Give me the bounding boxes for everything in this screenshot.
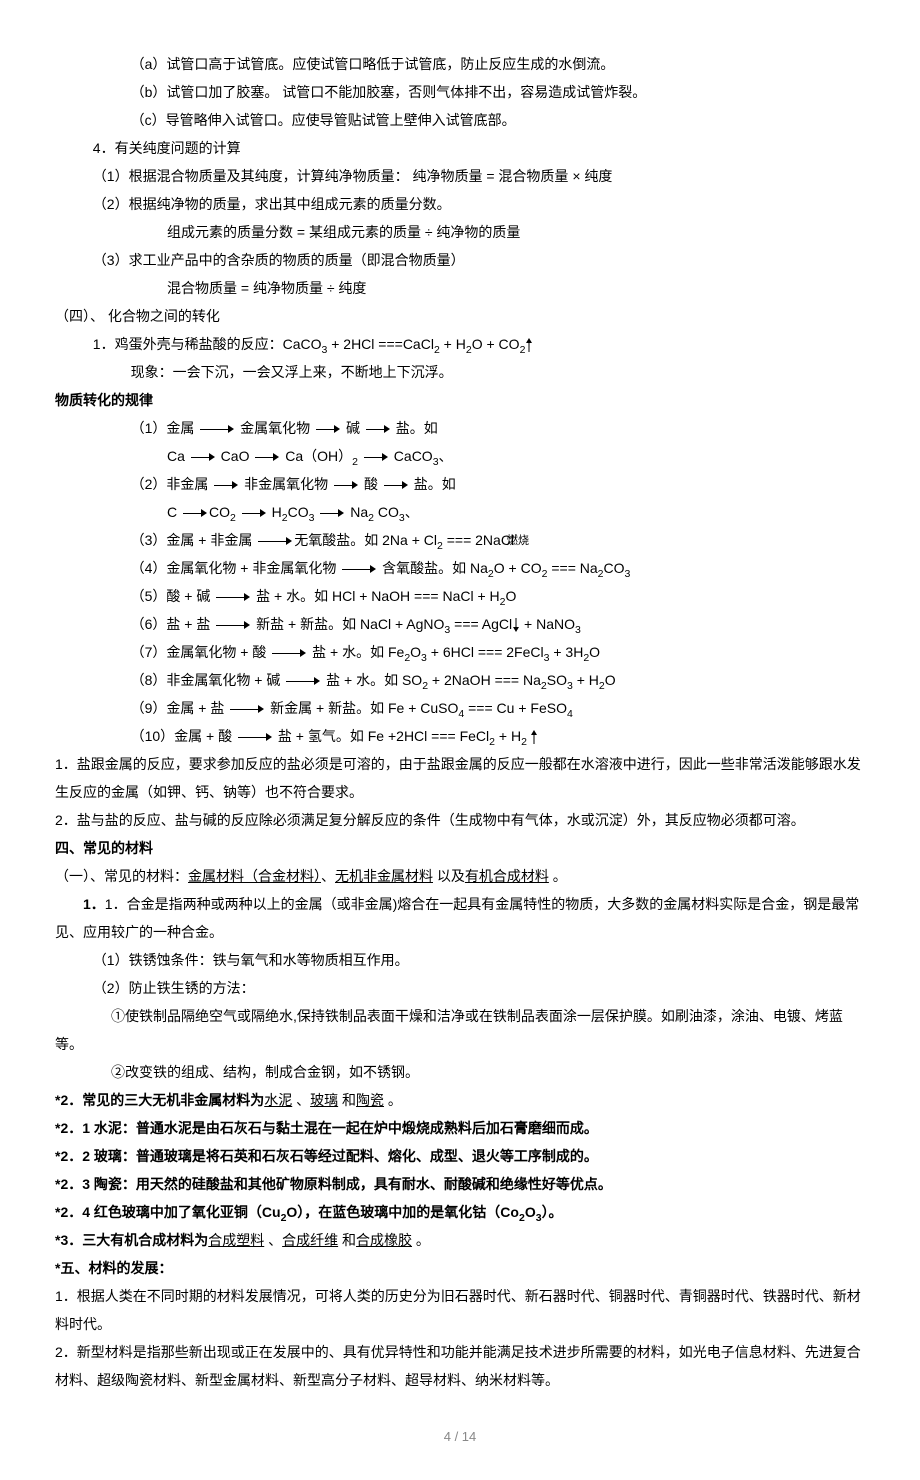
arrow-right-icon: [272, 648, 306, 658]
equation-line: Ca CaO Ca（OH）2 CaCO3、: [55, 442, 865, 470]
transformation-rule: （2）非金属 非金属氧化物 酸 盐。如: [55, 470, 865, 498]
transformation-rule: （9）金属 + 盐 新金属 + 新盐。如 Fe + CuSO4 === Cu +…: [55, 694, 865, 722]
text-line: ②改变铁的组成、结构，制成合金钢，如不锈钢。: [55, 1058, 865, 1086]
transformation-rule: （1）金属 金属氧化物 碱 盐。如: [55, 414, 865, 442]
paragraph: 2．新型材料是指那些新出现或正在发展中的、具有优异特性和功能并能满足技术进步所需…: [55, 1338, 865, 1394]
arrow-right-icon: [216, 620, 250, 630]
arrow-right-icon: [366, 424, 390, 434]
section-heading: 四、常见的材料: [55, 834, 865, 862]
text-line: （2）根据纯净物的质量，求出其中组成元素的质量分数。: [55, 190, 865, 218]
arrow-right-icon: [342, 564, 376, 574]
arrow-right-icon: [258, 536, 292, 546]
gas-up-arrow-icon: [525, 338, 533, 352]
text-line: （b）试管口加了胶塞。 试管口不能加胶塞，否则气体排不出，容易造成试管炸裂。: [55, 78, 865, 106]
paragraph: *2．常见的三大无机非金属材料为水泥 、玻璃 和陶瓷 。: [55, 1086, 865, 1114]
arrow-right-icon: [200, 424, 234, 434]
arrow-right-icon: [316, 424, 340, 434]
section-heading: 物质转化的规律: [55, 386, 865, 414]
text-line: （2）防止铁生锈的方法：: [55, 974, 865, 1002]
arrow-right-icon: [183, 508, 207, 518]
transformation-rule: （8）非金属氧化物 + 碱 盐 + 水。如 SO2 + 2NaOH === Na…: [55, 666, 865, 694]
gas-up-arrow-icon: [530, 730, 538, 744]
paragraph: 2．盐与盐的反应、盐与碱的反应除必须满足复分解反应的条件（生成物中有气体，水或沉…: [55, 806, 865, 834]
paragraph: *2．3 陶瓷：用天然的硅酸盐和其他矿物原料制成，具有耐水、耐酸碱和绝缘性好等优…: [55, 1170, 865, 1198]
arrow-right-icon: [286, 676, 320, 686]
text-line: （3）求工业产品中的含杂质的物质的质量（即混合物质量）: [55, 246, 865, 274]
paragraph: （一）、常见的材料：金属材料（合金材料）、无机非金属材料 以及有机合成材料 。: [55, 862, 865, 890]
precipitate-down-arrow-icon: [512, 618, 520, 632]
transformation-rule: （6）盐 + 盐 新盐 + 新盐。如 NaCl + AgNO3 === AgCl…: [55, 610, 865, 638]
paragraph: *2．1 水泥：普通水泥是由石灰石与黏土混在一起在炉中煅烧成熟料后加石膏磨细而成…: [55, 1114, 865, 1142]
text-line: （1）根据混合物质量及其纯度，计算纯净物质量： 纯净物质量 = 混合物质量 × …: [55, 162, 865, 190]
arrow-right-icon: [364, 452, 388, 462]
paragraph: *2．2 玻璃：普通玻璃是将石英和石灰石等经过配料、熔化、成型、退火等工序制成的…: [55, 1142, 865, 1170]
transformation-rule: （7）金属氧化物 + 酸 盐 + 水。如 Fe2O3 + 6HCl === 2F…: [55, 638, 865, 666]
arrow-right-icon: [384, 480, 408, 490]
arrow-right-icon: [214, 480, 238, 490]
transformation-rule: （5）酸 + 碱 盐 + 水。如 HCl + NaOH === NaCl + H…: [55, 582, 865, 610]
arrow-right-icon: [255, 452, 279, 462]
paragraph: ①使铁制品隔绝空气或隔绝水,保持铁制品表面干燥和洁净或在铁制品表面涂一层保护膜。…: [55, 1002, 865, 1058]
arrow-right-icon: [242, 508, 266, 518]
text-line: 混合物质量 = 纯净物质量 ÷ 纯度: [55, 274, 865, 302]
paragraph: 1．根据人类在不同时期的材料发展情况，可将人类的历史分为旧石器时代、新石器时代、…: [55, 1282, 865, 1338]
paragraph: 1．1．合金是指两种或两种以上的金属（或非金属)熔合在一起具有金属特性的物质，大…: [55, 890, 865, 946]
arrow-right-icon: [334, 480, 358, 490]
equation-line: 1．鸡蛋外壳与稀盐酸的反应：CaCO3 + 2HCl ===CaCl2 + H2…: [55, 330, 865, 358]
section-heading: *五、材料的发展：: [55, 1254, 865, 1282]
text-line: （c）导管略伸入试管口。应使导管贴试管上壁伸入试管底部。: [55, 106, 865, 134]
arrow-right-icon: [238, 732, 272, 742]
page-number: 4 / 14: [55, 1424, 865, 1450]
arrow-right-icon: [191, 452, 215, 462]
text-line: 现象：一会下沉，一会又浮上来，不断地上下沉浮。: [55, 358, 865, 386]
transformation-rule: （4）金属氧化物 + 非金属氧化物 含氧酸盐。如 Na2O + CO2 === …: [55, 554, 865, 582]
paragraph: *2．4 红色玻璃中加了氧化亚铜（Cu2O），在蓝色玻璃中加的是氧化钴（Co2O…: [55, 1198, 865, 1226]
equation-line: C CO2 H2CO3 Na2 CO3、: [55, 498, 865, 526]
transformation-rule: （10）金属 + 酸 盐 + 氢气。如 Fe +2HCl === FeCl2 +…: [55, 722, 865, 750]
text-line: 4．有关纯度问题的计算: [55, 134, 865, 162]
arrow-right-icon: [320, 508, 344, 518]
text-line: （a）试管口高于试管底。应使试管口略低于试管底，防止反应生成的水倒流。: [55, 50, 865, 78]
text-line: 组成元素的质量分数 = 某组成元素的质量 ÷ 纯净物的质量: [55, 218, 865, 246]
text-line: （四）、 化合物之间的转化: [55, 302, 865, 330]
paragraph: 1．盐跟金属的反应，要求参加反应的盐必须是可溶的，由于盐跟金属的反应一般都在水溶…: [55, 750, 865, 806]
paragraph: *3．三大有机合成材料为合成塑料 、合成纤维 和合成橡胶 。: [55, 1226, 865, 1254]
text-line: （1）铁锈蚀条件：铁与氧气和水等物质相互作用。: [55, 946, 865, 974]
arrow-right-icon: [216, 592, 250, 602]
arrow-right-icon: [230, 704, 264, 714]
transformation-rule: （3）金属 + 非金属 无氧酸盐。如 2Na + Cl2 === 2NaCl 燃…: [55, 526, 865, 554]
